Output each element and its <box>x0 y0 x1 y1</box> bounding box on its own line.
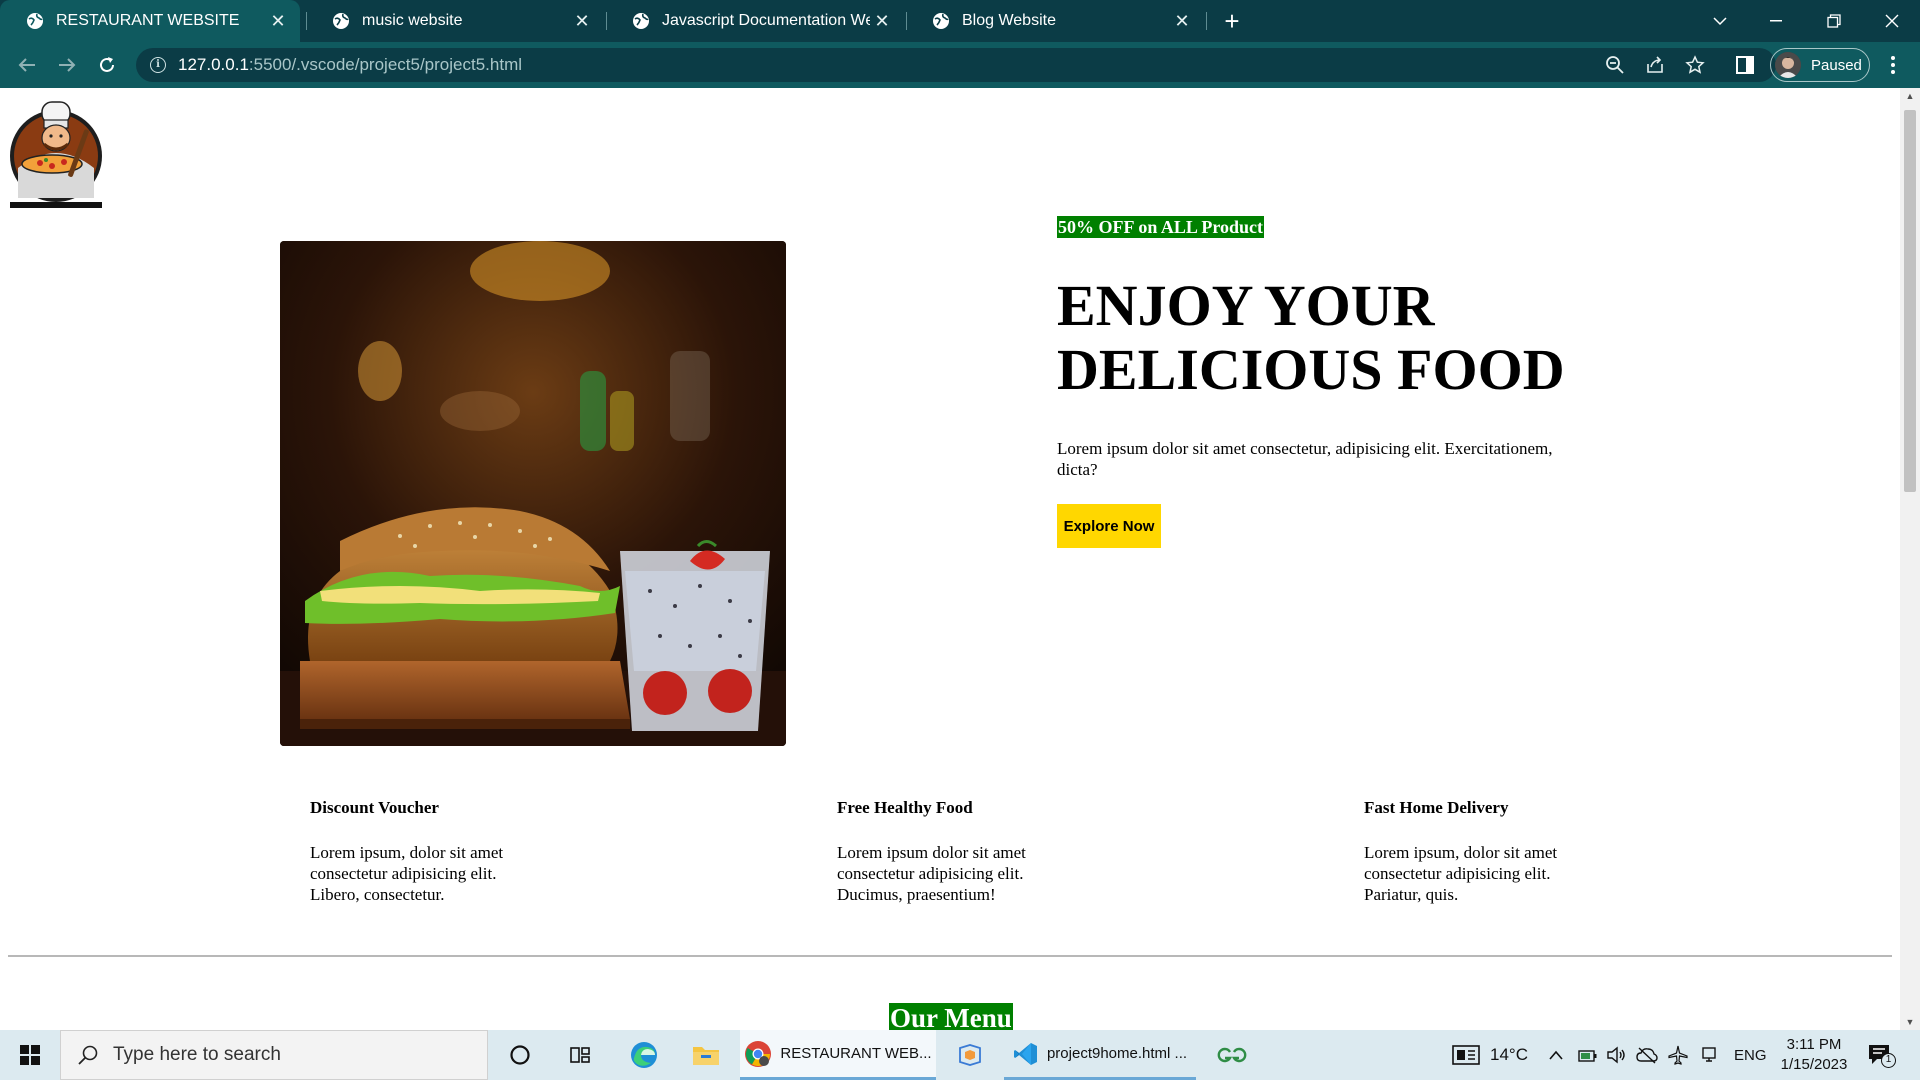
tab-blog-website[interactable]: Blog Website ✕ <box>906 0 1204 42</box>
app-icon[interactable] <box>944 1030 996 1080</box>
tab-separator <box>1206 12 1207 30</box>
search-placeholder: Type here to search <box>113 1044 281 1065</box>
address-bar[interactable]: i 127.0.0.1:5500/.vscode/project5/projec… <box>136 48 1776 82</box>
tab-strip: RESTAURANT WEBSITE ✕ music website ✕ Jav… <box>0 0 1920 42</box>
taskbar-app-label: RESTAURANT WEB... <box>780 1045 932 1062</box>
share-icon[interactable] <box>1642 52 1668 78</box>
minimize-icon[interactable] <box>1748 0 1804 42</box>
chef-logo[interactable] <box>8 98 104 210</box>
notification-icon: 1 <box>1868 1044 1896 1068</box>
hero-food-image <box>280 241 786 746</box>
taskbar-app-label: project9home.html ... <box>1046 1045 1188 1062</box>
tab-title: Blog Website <box>962 12 1056 29</box>
taskbar: Type here to search RESTAURANT WEB... pr… <box>0 1030 1920 1080</box>
notification-count: 1 <box>1881 1053 1896 1068</box>
promo-badge: 50% OFF on ALL Product <box>1057 216 1265 238</box>
close-icon[interactable]: ✕ <box>870 9 894 33</box>
info-icon[interactable]: i <box>150 57 166 73</box>
profile-button[interactable]: Paused <box>1770 48 1870 82</box>
profile-status: Paused <box>1811 56 1862 74</box>
cortana-icon[interactable] <box>496 1030 544 1080</box>
notification-center[interactable]: 1 <box>1868 1030 1896 1080</box>
clock[interactable]: 3:11 PM 1/15/2023 <box>1776 1030 1852 1080</box>
taskbar-search-input[interactable]: Type here to search <box>60 1030 488 1080</box>
feature-title: Fast Home Delivery <box>1364 798 1509 817</box>
page-viewport: 50% OFF on ALL Product ENJOY YOUR DELICI… <box>0 88 1900 1030</box>
zoom-icon[interactable] <box>1602 52 1628 78</box>
feature-text: Lorem ipsum dolor sit amet consectetur a… <box>837 843 1026 904</box>
feature-fast-home-delivery: Fast Home Delivery Lorem ipsum, dolor si… <box>1364 798 1614 905</box>
side-panel-icon[interactable] <box>1732 52 1758 78</box>
avatar <box>1775 52 1801 78</box>
tab-music-website[interactable]: music website ✕ <box>306 0 604 42</box>
file-explorer-icon[interactable] <box>680 1030 732 1080</box>
explore-now-button[interactable]: Explore Now <box>1057 504 1161 548</box>
volume-icon[interactable] <box>1606 1030 1626 1080</box>
page-scrollbar[interactable]: ▲ ▼ <box>1900 88 1920 1030</box>
task-view-icon[interactable] <box>556 1030 604 1080</box>
close-icon[interactable]: ✕ <box>266 9 290 33</box>
feature-title: Discount Voucher <box>310 798 439 817</box>
clock-time: 3:11 PM <box>1786 1036 1842 1053</box>
hero-title: ENJOY YOUR DELICIOUS FOOD <box>1057 274 1617 402</box>
clock-date: 1/15/2023 <box>1780 1056 1848 1073</box>
hero-title-line-1: ENJOY YOUR <box>1057 273 1435 338</box>
feature-free-healthy-food: Free Healthy Food Lorem ipsum dolor sit … <box>837 798 1087 905</box>
weather-temperature: 14°C <box>1490 1045 1528 1064</box>
url-text: 127.0.0.1:5500/.vscode/project5/project5… <box>178 55 522 75</box>
url-path: :5500/.vscode/project5/project5.html <box>248 55 523 74</box>
taskbar-app-chrome[interactable]: RESTAURANT WEB... <box>740 1030 936 1080</box>
our-menu-heading: Our Menu <box>889 1003 1013 1030</box>
scroll-up-arrow-icon[interactable]: ▲ <box>1900 88 1920 104</box>
feature-title: Free Healthy Food <box>837 798 973 817</box>
back-arrow-icon[interactable] <box>12 50 42 80</box>
tab-restaurant-website[interactable]: RESTAURANT WEBSITE ✕ <box>0 0 300 42</box>
battery-icon[interactable] <box>1578 1030 1598 1080</box>
search-icon <box>77 1044 99 1066</box>
reload-icon[interactable] <box>92 50 122 80</box>
browser-toolbar: i 127.0.0.1:5500/.vscode/project5/projec… <box>0 42 1920 88</box>
cloud-offline-icon[interactable] <box>1636 1030 1658 1080</box>
section-divider <box>8 955 1892 957</box>
globe-icon <box>26 12 44 30</box>
globe-icon <box>932 12 950 30</box>
restore-icon[interactable] <box>1806 0 1862 42</box>
airplane-mode-icon[interactable] <box>1668 1030 1688 1080</box>
hero-title-line-2: DELICIOUS FOOD <box>1057 337 1565 402</box>
geeksforgeeks-icon[interactable] <box>1206 1030 1258 1080</box>
window-close-icon[interactable] <box>1864 0 1920 42</box>
feature-text: Lorem ipsum, dolor sit amet consectetur … <box>310 843 504 904</box>
tab-title: music website <box>362 12 463 29</box>
weather-widget[interactable]: 14°C <box>1452 1030 1528 1080</box>
tray-chevron-up-icon[interactable] <box>1548 1030 1564 1080</box>
vscode-icon <box>1013 1041 1039 1067</box>
scroll-down-arrow-icon[interactable]: ▼ <box>1900 1014 1920 1030</box>
globe-icon <box>632 12 650 30</box>
close-icon[interactable]: ✕ <box>570 9 594 33</box>
scrollbar-thumb[interactable] <box>1904 110 1916 492</box>
forward-arrow-icon[interactable] <box>52 50 82 80</box>
tab-title: Javascript Documentation Website <box>662 12 870 29</box>
taskbar-app-vscode[interactable]: project9home.html ... <box>1004 1030 1196 1080</box>
menu-kebab-icon[interactable] <box>1880 52 1906 78</box>
globe-icon <box>332 12 350 30</box>
windows-start-icon[interactable] <box>0 1030 60 1080</box>
feature-discount-voucher: Discount Voucher Lorem ipsum, dolor sit … <box>310 798 560 905</box>
url-host: 127.0.0.1 <box>178 55 249 74</box>
bookmark-star-icon[interactable] <box>1682 52 1708 78</box>
edge-icon[interactable] <box>618 1030 670 1080</box>
device-icon[interactable] <box>1700 1030 1718 1080</box>
new-tab-button[interactable]: + <box>1218 7 1246 35</box>
tab-search-chevron-icon[interactable] <box>1692 0 1748 42</box>
chrome-icon <box>744 1040 772 1068</box>
language-indicator[interactable]: ENG <box>1734 1030 1767 1080</box>
hero-description: Lorem ipsum dolor sit amet consectetur, … <box>1057 439 1553 479</box>
tab-title: RESTAURANT WEBSITE <box>56 12 240 29</box>
feature-text: Lorem ipsum, dolor sit amet consectetur … <box>1364 843 1558 904</box>
close-icon[interactable]: ✕ <box>1170 9 1194 33</box>
news-weather-icon <box>1452 1045 1480 1065</box>
tab-javascript-docs[interactable]: Javascript Documentation Website ✕ <box>606 0 904 42</box>
